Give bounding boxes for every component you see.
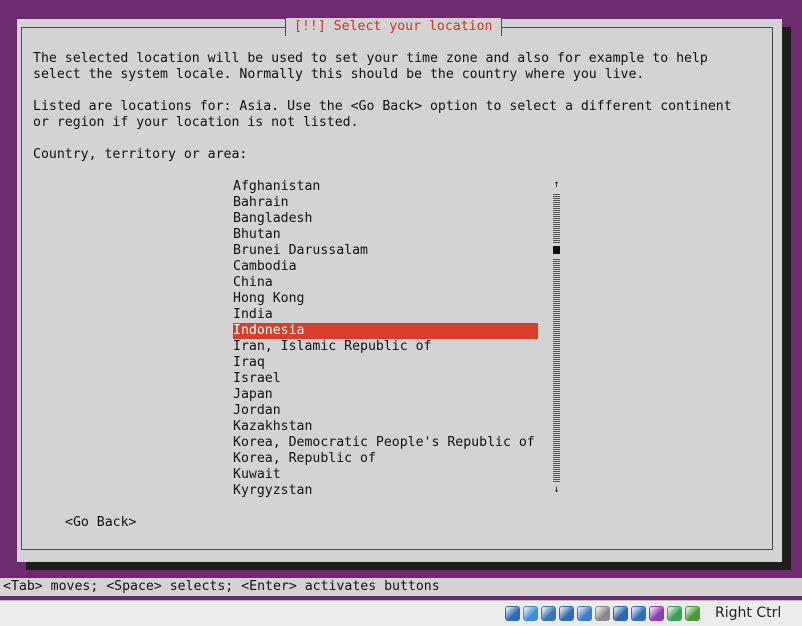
usb-icon[interactable] <box>577 606 592 621</box>
country-item[interactable]: Iran, Islamic Republic of <box>233 339 538 355</box>
country-item[interactable]: Bangladesh <box>233 211 538 227</box>
country-item[interactable]: Kuwait <box>233 467 538 483</box>
country-item[interactable]: Hong Kong <box>233 291 538 307</box>
dialog-shadow-bottom <box>26 562 791 570</box>
country-item[interactable]: Korea, Republic of <box>233 451 538 467</box>
scrollbar-thumb[interactable] <box>553 246 560 254</box>
scroll-down-arrow-icon[interactable]: ↓ <box>552 485 561 495</box>
vbox-status-icons <box>505 606 700 622</box>
country-item[interactable]: Afghanistan <box>233 179 538 195</box>
country-item[interactable]: Kyrgyzstan <box>233 483 538 499</box>
network-icon[interactable] <box>559 606 574 621</box>
country-item[interactable]: Jordan <box>233 403 538 419</box>
dialog-title: [!!] Select your location <box>285 18 502 36</box>
continent-info-paragraph: Listed are locations for: Asia. Use the … <box>33 99 732 130</box>
scroll-up-arrow-icon[interactable]: ↑ <box>552 180 561 190</box>
go-back-button[interactable]: <Go Back> <box>65 515 136 531</box>
vbox-extension-icon[interactable] <box>649 606 664 621</box>
video-capture-icon[interactable] <box>631 606 646 621</box>
list-prompt: Country, territory or area: <box>33 147 248 162</box>
scrollbar-track-lower[interactable] <box>553 258 560 482</box>
virtualbox-status-bar: Right Ctrl <box>0 600 802 626</box>
country-list[interactable]: Afghanistan Bahrain Bangladesh Bhutan Brunei… <box>233 179 538 499</box>
scrollbar-track-upper[interactable] <box>553 194 560 243</box>
audio-icon[interactable] <box>541 606 556 621</box>
country-item-selected[interactable]: Indonesia <box>233 323 538 339</box>
country-item[interactable]: Kazakhstan <box>233 419 538 435</box>
optical-drive-icon[interactable] <box>523 606 538 621</box>
country-item[interactable]: Iraq <box>233 355 538 371</box>
hard-disk-icon[interactable] <box>505 606 520 621</box>
display-icon[interactable] <box>613 606 628 621</box>
country-item[interactable]: China <box>233 275 538 291</box>
mouse-integration-icon[interactable] <box>667 606 682 621</box>
shared-folders-icon[interactable] <box>595 606 610 621</box>
country-item[interactable]: Korea, Democratic People's Republic of <box>233 435 538 451</box>
country-item[interactable]: India <box>233 307 538 323</box>
country-item[interactable]: Bhutan <box>233 227 538 243</box>
keyboard-capture-icon[interactable] <box>685 606 700 621</box>
country-item[interactable]: Cambodia <box>233 259 538 275</box>
list-scrollbar[interactable]: ↑ ↓ <box>552 180 561 496</box>
country-item[interactable]: Bahrain <box>233 195 538 211</box>
description-paragraph: The selected location will be used to se… <box>33 51 708 82</box>
host-key-label: Right Ctrl <box>715 605 782 621</box>
country-item[interactable]: Israel <box>233 371 538 387</box>
country-item[interactable]: Japan <box>233 387 538 403</box>
installer-status-bar: <Tab> moves; <Space> selects; <Enter> ac… <box>0 578 802 596</box>
dialog-shadow-right <box>782 27 791 570</box>
country-item[interactable]: Brunei Darussalam <box>233 243 538 259</box>
